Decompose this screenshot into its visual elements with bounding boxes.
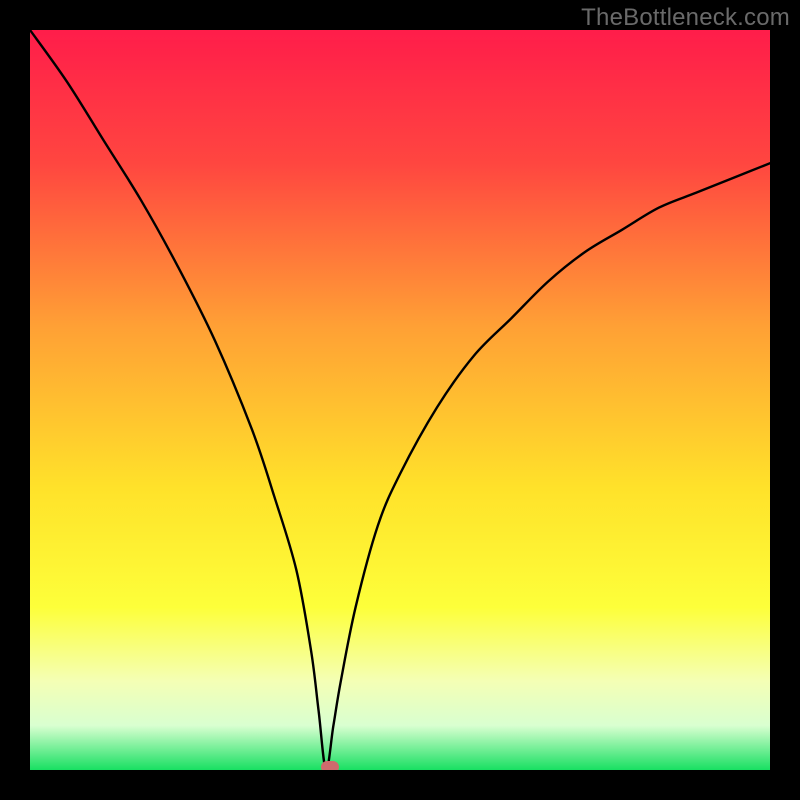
minimum-marker bbox=[321, 761, 339, 770]
plot-area bbox=[30, 30, 770, 770]
bottleneck-curve bbox=[30, 30, 770, 770]
chart-frame: TheBottleneck.com bbox=[0, 0, 800, 800]
watermark-text: TheBottleneck.com bbox=[581, 4, 790, 32]
